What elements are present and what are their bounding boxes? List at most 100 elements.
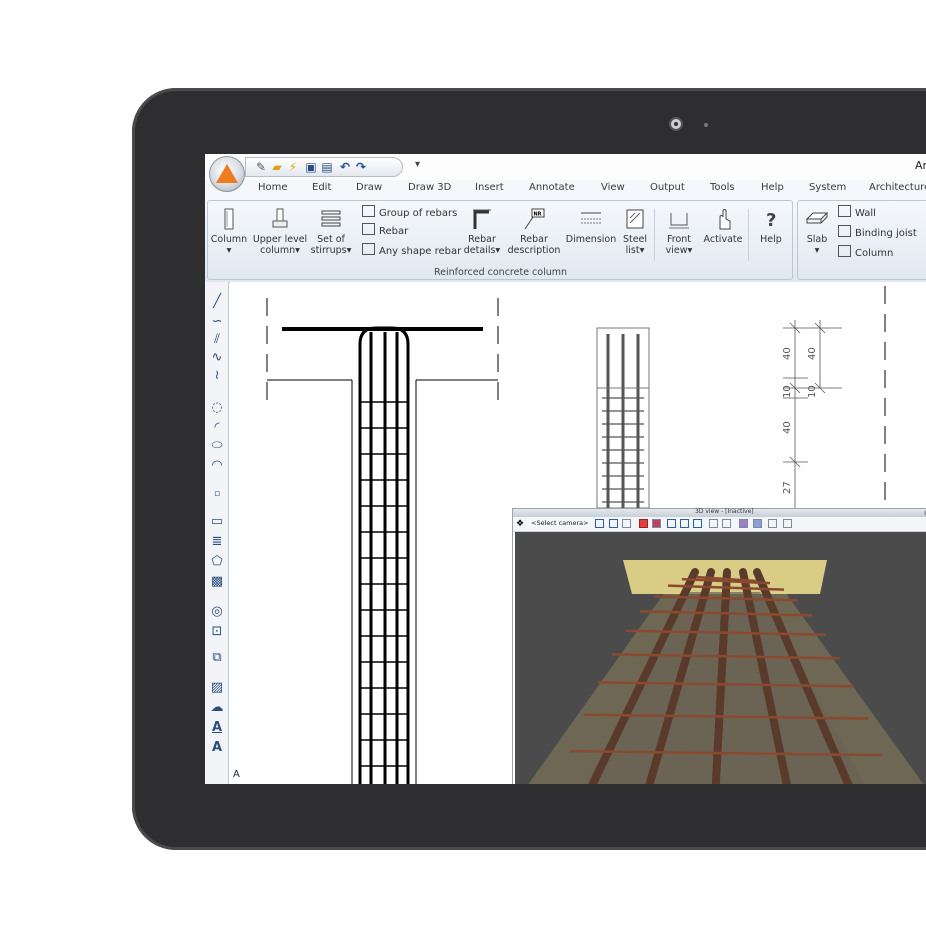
architecture-group: Slab ▾ Wall Binding joist Column [797,200,926,280]
tab-edit[interactable]: Edit [312,182,331,193]
webcam [669,117,683,131]
render-icon[interactable] [639,519,648,528]
tab-draw-3d[interactable]: Draw 3D [408,182,451,193]
rebar-button[interactable]: Rebar [362,223,408,237]
line-tool-icon[interactable]: ╱ [208,294,226,310]
rebar-description-icon: NR [524,208,545,230]
rebar-description-button[interactable]: NR Rebar description [506,207,562,256]
orbit-icon[interactable] [595,519,604,528]
texture-icon[interactable] [739,519,748,528]
open-folder-icon[interactable]: ▰ [270,160,284,174]
tab-draw[interactable]: Draw [356,182,382,193]
dimension-button[interactable]: Dimension [564,207,618,245]
tab-help[interactable]: Help [761,182,784,193]
tab-output[interactable]: Output [650,182,685,193]
camera-select[interactable]: <Select camera> [531,519,589,527]
undo-icon[interactable]: ↶ [338,160,352,174]
3d-viewport[interactable] [515,532,926,784]
3d-view-title: 3D view - [Inactive] [695,508,754,515]
binding-joist-button[interactable]: Binding joist [838,225,917,239]
3d-view-window[interactable]: 3D view - [Inactive] ❖ <Select camera> [512,508,926,784]
column-small-button[interactable]: Column [838,245,893,259]
multiline-text-tool-icon[interactable]: A [208,740,226,756]
curve-tool-icon[interactable]: ∿ [208,350,226,366]
point-tool-icon[interactable]: ▫ [208,486,226,502]
steel-list-icon [626,209,644,229]
app-logo-button[interactable] [209,156,245,192]
circle-tool-icon[interactable]: ◌ [208,400,226,416]
tab-view[interactable]: View [601,182,625,193]
polygon-tool-icon[interactable]: ⬠ [208,554,226,570]
dimension-labels: 40 40 10 10 40 27 [782,347,818,494]
pattern-tool-icon[interactable]: ▩ [208,574,226,590]
zoom-icon[interactable] [622,519,631,528]
ribbon-separator [748,209,749,261]
question-mark-icon: ? [766,210,776,231]
shadow-icon[interactable] [722,519,731,528]
polyline-tool-icon[interactable]: ∽ [208,314,226,330]
tab-tools[interactable]: Tools [710,182,735,193]
cloud-tool-icon[interactable]: ☁ [208,700,226,716]
set-of-stirrups-button[interactable]: Set of stirrups▾ [310,207,352,256]
rebar-tag-text: NR [534,212,542,218]
3d-rebar-scene [528,560,924,784]
tab-architecture[interactable]: Architecture [869,182,926,193]
redo-icon[interactable]: ↷ [354,160,368,174]
rebar-details-button[interactable]: Rebar details▾ [462,207,502,256]
dim-label: 40 [782,347,793,360]
pan-icon[interactable] [609,519,618,528]
activate-button[interactable]: Activate [702,207,744,245]
fly-icon[interactable] [680,519,689,528]
window-title: Ar [915,159,926,172]
save-as-icon[interactable]: ▤ [320,160,334,174]
stirrups-icon [321,210,341,227]
column-button[interactable]: Column ▾ [210,207,248,256]
person-icon[interactable] [768,519,777,528]
walk-icon[interactable] [667,519,676,528]
light-icon[interactable] [709,519,718,528]
arc-tool-icon[interactable]: ◜ [208,420,226,436]
text-tool-icon[interactable]: A [208,720,226,736]
camera-icon[interactable]: ❖ [516,519,524,529]
front-view-icon [669,213,689,229]
arc-3pt-tool-icon[interactable]: ◠ [208,458,226,474]
quick-access-toolbar: ✎ ▰ ⚡ ▣ ▤ ↶ ↷ ▾ Ar [205,154,926,192]
front-view-button[interactable]: Front view▾ [660,207,698,256]
double-line-tool-icon[interactable]: ⫽ [208,332,226,348]
hatch-tool-icon[interactable]: ▨ [208,680,226,696]
group-of-rebars-button[interactable]: Group of rebars [362,205,457,219]
settings-icon[interactable] [783,519,792,528]
tab-system[interactable]: System [809,182,846,193]
wall-button[interactable]: Wall [838,205,876,219]
material-icon[interactable] [652,519,661,528]
rectangle-tool-icon[interactable]: ▭ [208,514,226,530]
upper-level-column-button[interactable]: Upper level column▾ [252,207,308,256]
ellipse-tool-icon[interactable]: ⬭ [208,438,226,454]
save-icon[interactable]: ▣ [304,160,318,174]
help-button[interactable]: ? Help [754,207,788,245]
3d-view-titlebar[interactable]: 3D view - [Inactive] [513,508,926,517]
block-tool-icon[interactable]: ⧉ [208,650,226,666]
any-shape-rebar-button[interactable]: Any shape rebar [362,243,461,257]
new-file-icon[interactable]: ✎ [254,160,268,174]
tab-home[interactable]: Home [258,182,288,193]
tab-insert[interactable]: Insert [475,182,504,193]
wall-icon [838,205,851,217]
column-icon [224,208,234,230]
drawing-canvas[interactable]: 40 40 10 10 40 27 A 3D view - [Inactive]… [230,282,926,784]
tab-annotate[interactable]: Annotate [529,182,575,193]
slab-button[interactable]: Slab ▾ [800,207,834,256]
spline-tool-icon[interactable]: ≀ [208,368,226,384]
section-icon[interactable] [753,519,762,528]
target-icon[interactable] [693,519,702,528]
steel-list-button[interactable]: Steel list▾ [620,207,650,256]
dim-label: 10 [782,385,793,398]
axis-label: A [233,769,240,780]
wand-icon[interactable]: ⚡ [286,160,300,174]
donut-tool-icon[interactable]: ◎ [208,604,226,620]
hatch-lines-tool-icon[interactable]: ≣ [208,534,226,550]
upper-column-icon [272,208,288,228]
hand-pointer-icon [719,209,731,230]
region-tool-icon[interactable]: ⊡ [208,624,226,640]
customize-toolbar-icon[interactable]: ▾ [415,159,420,170]
